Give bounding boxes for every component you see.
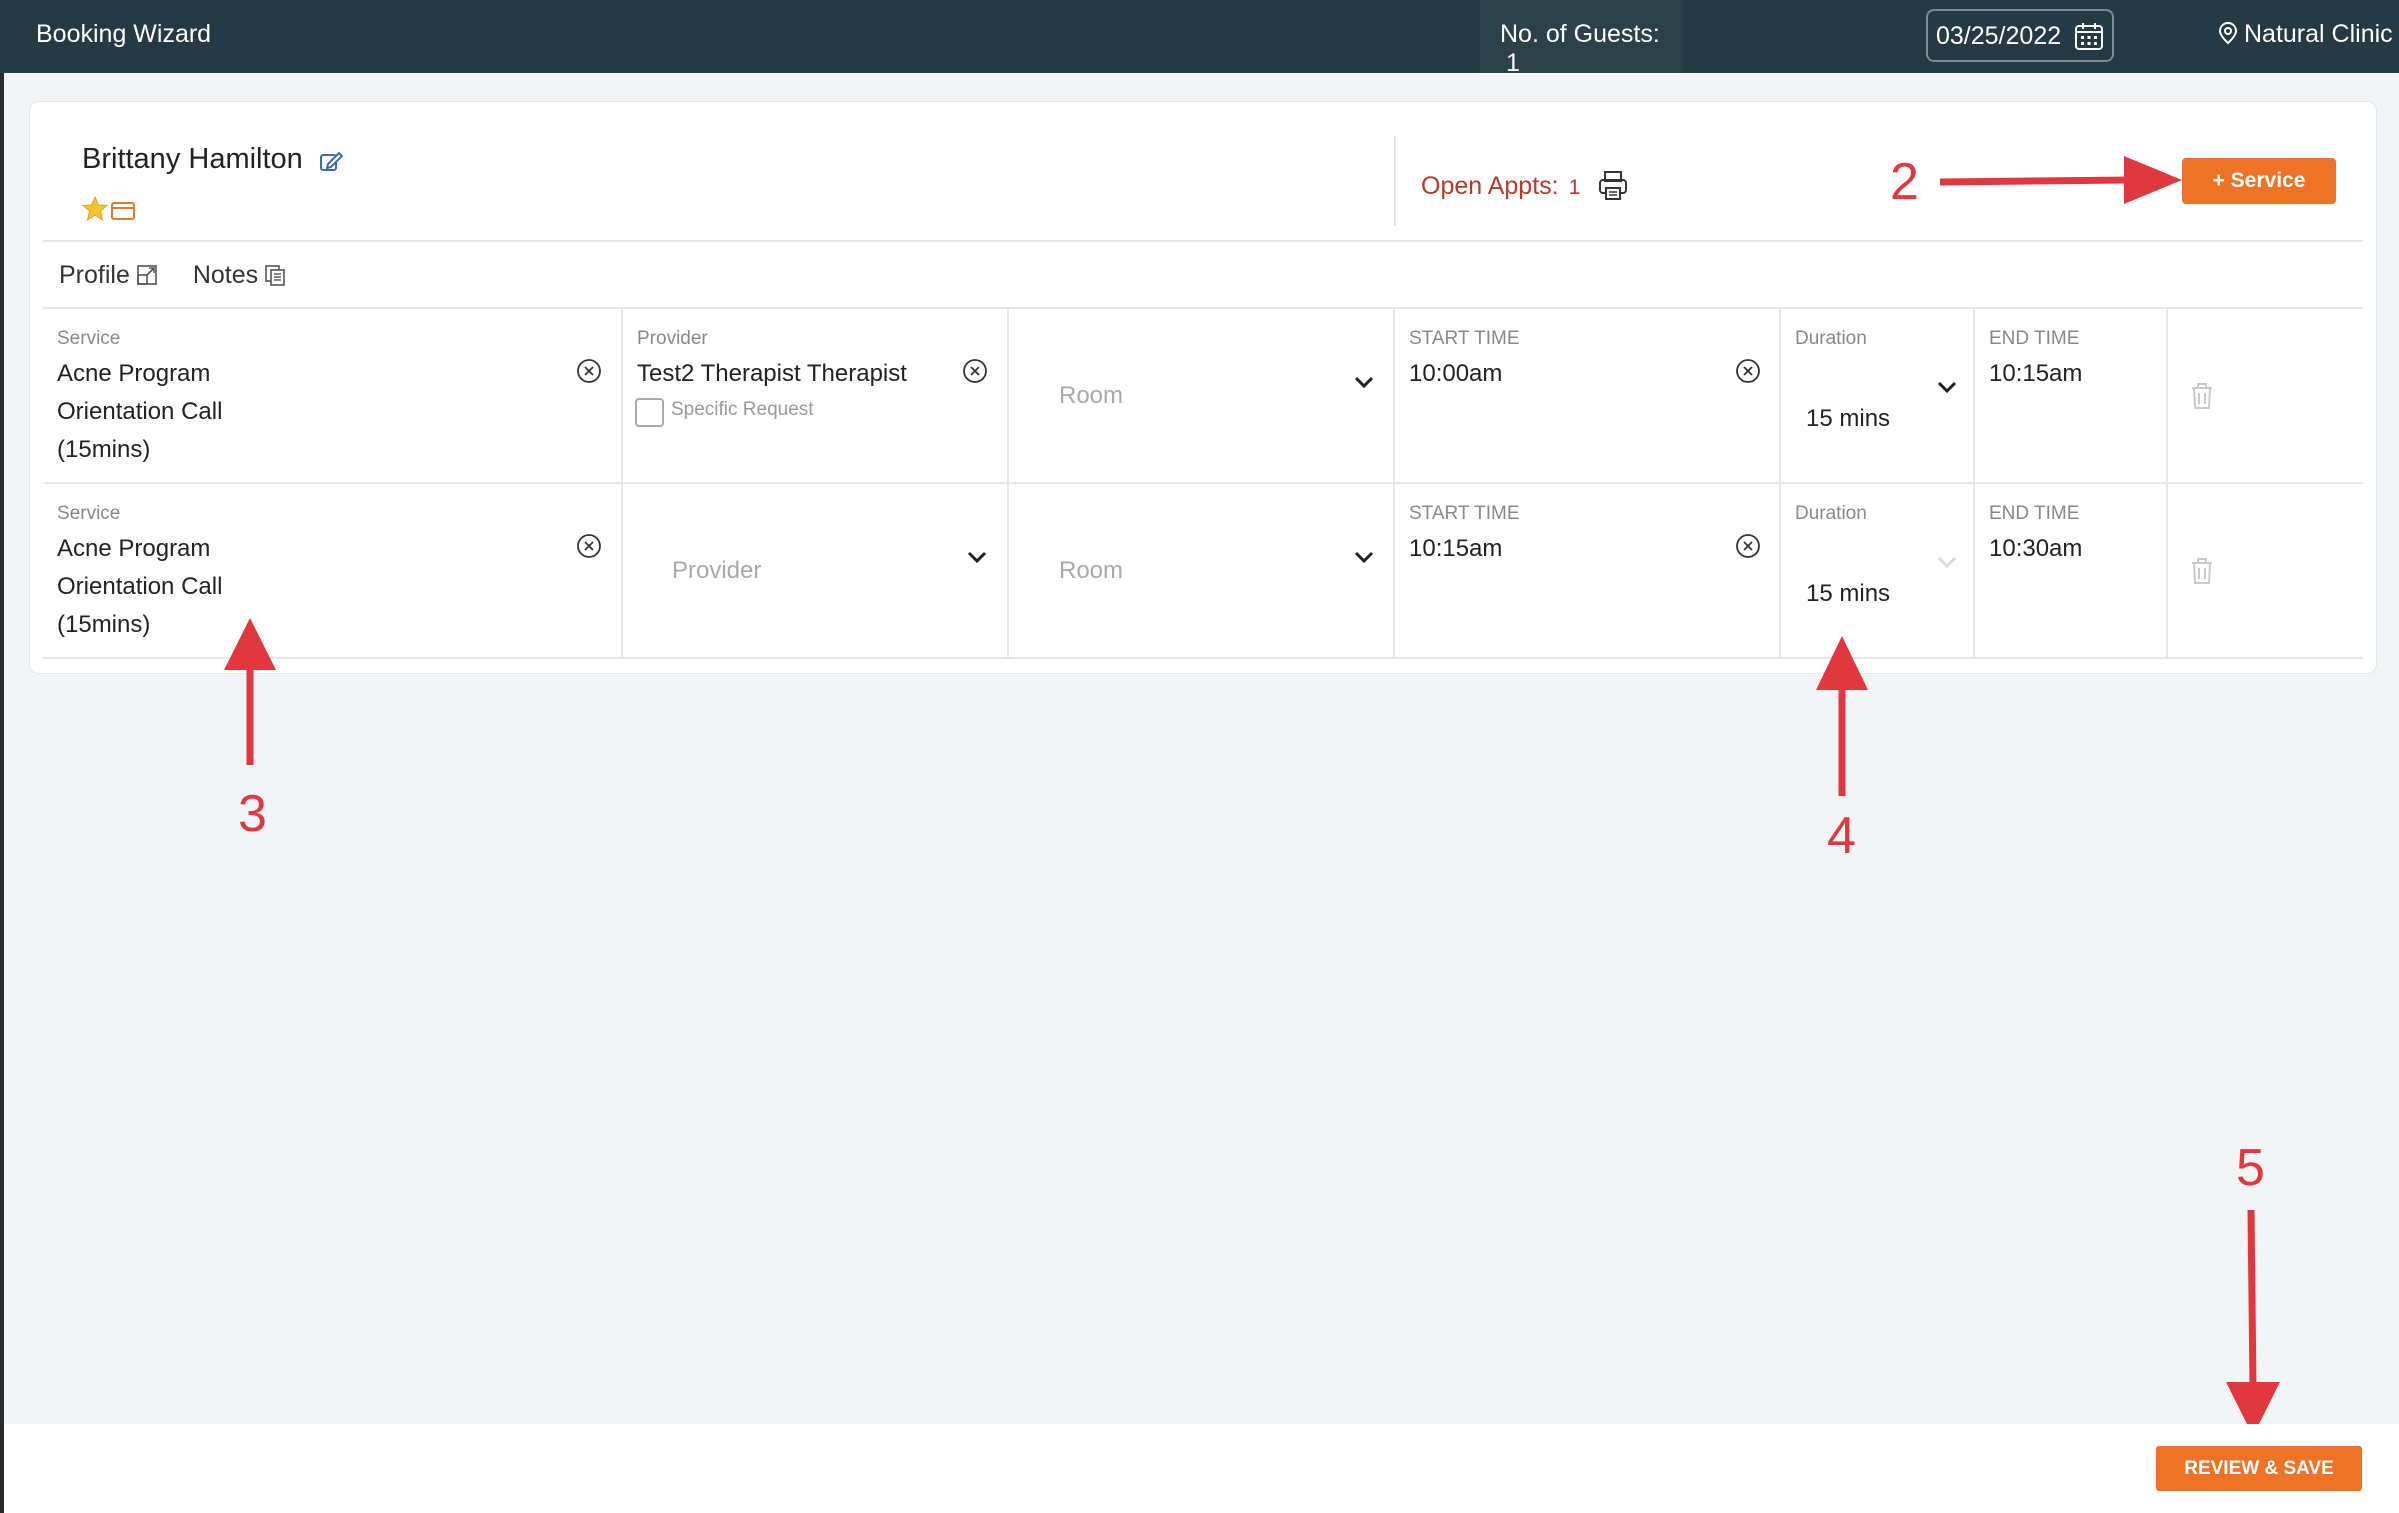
clear-service-icon[interactable]: [576, 358, 602, 384]
end-time-label: END TIME: [1989, 503, 2080, 524]
location-pin-icon: [2218, 21, 2238, 45]
col-divider: [1393, 308, 1395, 658]
service-line: (15mins): [57, 611, 151, 638]
end-time-label: END TIME: [1989, 328, 2080, 349]
trash-icon[interactable]: [2189, 381, 2215, 411]
service-value[interactable]: Acne Program Orientation Call (15mins): [57, 530, 222, 644]
tab-profile-label: Profile: [59, 261, 130, 289]
footer-bar: [4, 1424, 2399, 1513]
guest-name-text: Brittany Hamilton: [82, 143, 303, 175]
service-label: Service: [57, 503, 121, 524]
printer-icon[interactable]: [1598, 170, 1628, 202]
service-line: Acne Program: [57, 360, 211, 387]
row-separator: [43, 482, 2363, 484]
service-line: Acne Program: [57, 535, 211, 562]
tab-profile[interactable]: Profile: [59, 261, 158, 289]
provider-label: Provider: [637, 328, 708, 349]
end-time-value: 10:15am: [1989, 360, 2083, 387]
open-appointments[interactable]: Open Appts: 1: [1421, 172, 1580, 201]
annotation-label-4: 4: [1827, 807, 1856, 865]
tab-notes[interactable]: Notes: [193, 261, 286, 289]
start-time-value[interactable]: 10:15am: [1409, 530, 1502, 568]
location-name: Natural Clinic: [2244, 20, 2393, 48]
table-top-border: [43, 307, 2363, 309]
chevron-down-icon[interactable]: [1353, 550, 1375, 564]
end-time-value: 10:30am: [1989, 535, 2083, 562]
room-select[interactable]: Room: [1059, 382, 1123, 410]
duration-label: Duration: [1795, 503, 1867, 524]
service-value[interactable]: Acne Program Orientation Call (15mins): [57, 355, 222, 469]
open-appts-label: Open Appts:: [1421, 172, 1559, 200]
start-time-value[interactable]: 10:00am: [1409, 355, 1502, 393]
header-separator: [43, 240, 2363, 242]
chevron-down-icon[interactable]: [966, 550, 988, 564]
annotation-label-2: 2: [1890, 153, 1919, 211]
chevron-down-icon[interactable]: [1936, 380, 1958, 394]
edit-icon[interactable]: [319, 150, 344, 172]
left-edge: [0, 73, 4, 1513]
review-save-button[interactable]: REVIEW & SAVE: [2156, 1446, 2362, 1491]
table-bottom-border: [43, 657, 2363, 659]
duration-value: 15 mins: [1806, 580, 1891, 607]
service-line: Orientation Call: [57, 573, 223, 600]
app-title: Booking Wizard: [36, 20, 212, 48]
annotation-label-3: 3: [238, 785, 267, 843]
specific-request-checkbox[interactable]: [635, 398, 664, 427]
chevron-down-icon[interactable]: [1353, 375, 1375, 389]
duration-label: Duration: [1795, 328, 1867, 349]
start-time-label: START TIME: [1409, 503, 1520, 524]
col-divider: [1007, 308, 1009, 658]
col-divider: [1779, 308, 1781, 658]
annotation-label-5: 5: [2236, 1139, 2265, 1197]
col-divider: [2166, 308, 2168, 658]
guest-badges: [81, 195, 136, 227]
open-appts-count: 1: [1568, 176, 1581, 199]
date-value: 03/25/2022: [1936, 22, 2062, 50]
add-service-button[interactable]: + Service: [2182, 158, 2336, 204]
col-divider: [1973, 308, 1975, 658]
service-line: Orientation Call: [57, 398, 223, 425]
date-picker[interactable]: 03/25/2022: [1926, 9, 2114, 62]
clear-service-icon[interactable]: [576, 533, 602, 559]
guest-tabs: Profile Notes: [59, 261, 314, 290]
tab-notes-label: Notes: [192, 261, 259, 289]
service-label: Service: [57, 328, 121, 349]
col-divider: [621, 308, 623, 658]
header-divider: [1394, 136, 1396, 226]
guests-label: No. of Guests:: [1500, 20, 1660, 48]
provider-select[interactable]: Provider: [672, 557, 761, 585]
star-icon: [81, 195, 109, 222]
room-select[interactable]: Room: [1059, 557, 1123, 585]
guests-count-panel[interactable]: No. of Guests: 1: [1480, 0, 1682, 77]
clear-start-time-icon[interactable]: [1735, 358, 1761, 384]
guest-name: Brittany Hamilton: [82, 143, 344, 176]
provider-value[interactable]: Test2 Therapist Therapist: [637, 355, 907, 393]
notes-icon: [265, 265, 285, 286]
trash-icon[interactable]: [2189, 556, 2215, 586]
credit-card-icon: [111, 202, 136, 220]
chevron-down-icon: [1937, 556, 1957, 569]
arrow-5: [2226, 1209, 2280, 1436]
location-selector[interactable]: Natural Clinic: [2218, 20, 2393, 49]
duration-value[interactable]: 15 mins: [1806, 400, 1890, 438]
external-link-icon: [137, 265, 157, 285]
clear-provider-icon[interactable]: [962, 358, 988, 384]
calendar-icon[interactable]: [2074, 21, 2104, 51]
guests-count: 1: [1506, 49, 1520, 77]
specific-request-label: Specific Request: [671, 399, 814, 420]
top-bar: Booking Wizard No. of Guests: 1 03/25/20…: [0, 0, 2399, 77]
start-time-label: START TIME: [1409, 328, 1520, 349]
service-line: (15mins): [57, 436, 151, 463]
clear-start-time-icon[interactable]: [1735, 533, 1761, 559]
